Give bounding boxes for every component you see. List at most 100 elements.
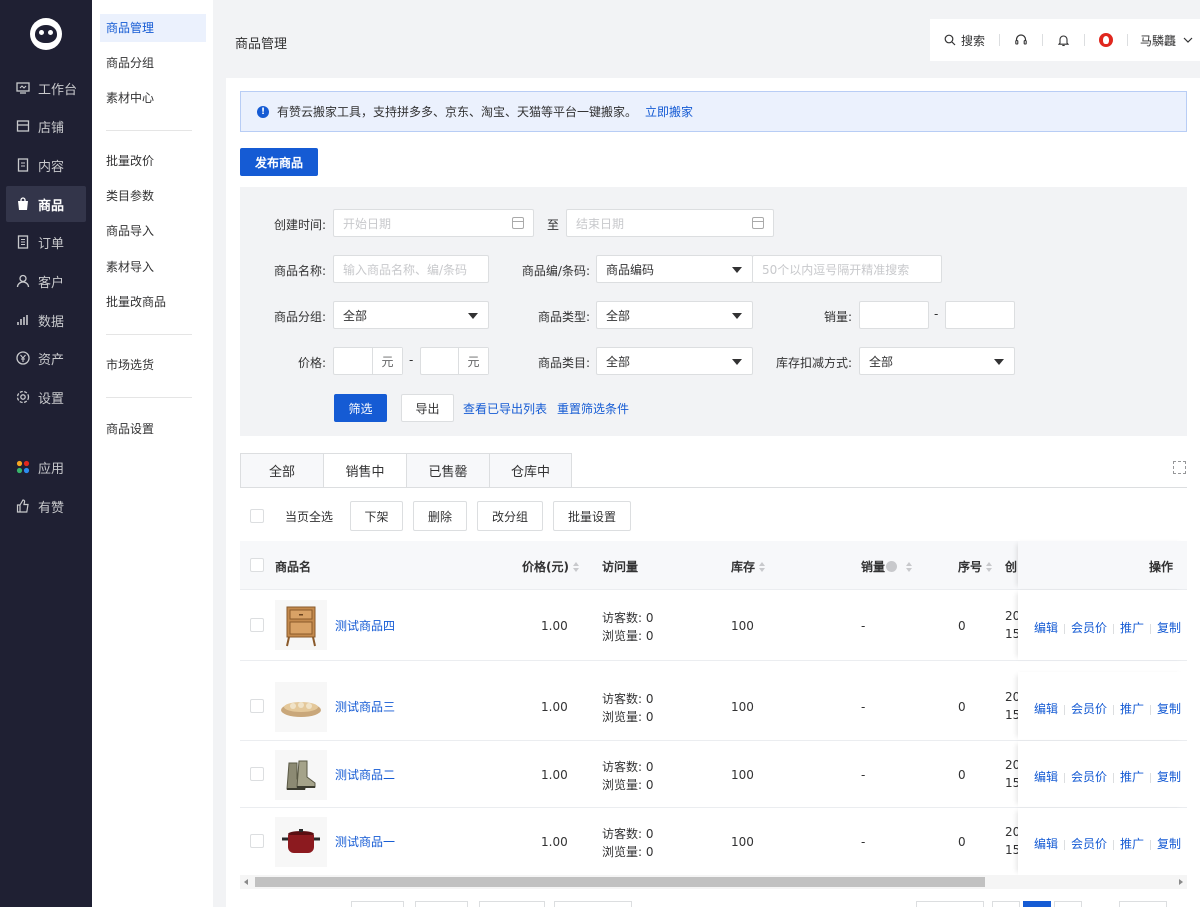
- bread-tray-icon[interactable]: [275, 682, 327, 732]
- bell-icon[interactable]: [1043, 32, 1084, 48]
- delete-button[interactable]: 删除: [413, 501, 468, 531]
- promote-link[interactable]: 推广: [1120, 837, 1144, 851]
- tab-sold-out[interactable]: 已售罄: [406, 453, 489, 488]
- nav-item-goods[interactable]: 商品: [6, 186, 86, 222]
- export-button[interactable]: 导出: [401, 394, 454, 422]
- category-select[interactable]: 全部: [596, 347, 753, 375]
- goods-type-select[interactable]: 全部: [596, 301, 753, 329]
- product-name-link[interactable]: 测试商品一: [335, 833, 395, 850]
- delist-button[interactable]: 下架: [350, 501, 404, 531]
- user-menu[interactable]: 马驎龘: [1085, 32, 1197, 48]
- scrollbar-thumb[interactable]: [255, 877, 985, 887]
- price-min-input[interactable]: 元: [333, 347, 403, 375]
- footer-button[interactable]: [554, 901, 632, 907]
- row-checkbox[interactable]: [250, 699, 264, 713]
- footer-button[interactable]: [351, 901, 404, 907]
- start-date-input[interactable]: 开始日期: [333, 209, 534, 237]
- member-price-link[interactable]: 会员价: [1071, 621, 1107, 635]
- column-stock[interactable]: 库存: [731, 558, 766, 575]
- nav-item-customers[interactable]: 客户: [6, 263, 86, 299]
- footer-button[interactable]: [479, 901, 545, 907]
- end-date-input[interactable]: 结束日期: [566, 209, 774, 237]
- copy-link[interactable]: 复制: [1157, 621, 1181, 635]
- promote-link[interactable]: 推广: [1120, 702, 1144, 716]
- row-checkbox[interactable]: [250, 834, 264, 848]
- submenu-item-batch-price[interactable]: 批量改价: [100, 147, 206, 175]
- promote-link[interactable]: 推广: [1120, 770, 1144, 784]
- pagination-prev[interactable]: [992, 901, 1020, 907]
- search-button[interactable]: 搜索: [930, 32, 999, 48]
- nav-item-store[interactable]: 店铺: [6, 108, 86, 144]
- wooden-cabinet-icon[interactable]: [275, 600, 327, 650]
- member-price-link[interactable]: 会员价: [1071, 770, 1107, 784]
- submenu-item-batch-edit[interactable]: 批量改商品: [100, 288, 206, 316]
- tab-all[interactable]: 全部: [240, 453, 323, 488]
- edit-link[interactable]: 编辑: [1034, 702, 1058, 716]
- footer-button[interactable]: [415, 901, 468, 907]
- tab-on-sale[interactable]: 销售中: [323, 453, 406, 488]
- price-max-input[interactable]: 元: [420, 347, 489, 375]
- promote-link[interactable]: 推广: [1120, 621, 1144, 635]
- nav-item-data[interactable]: 数据: [6, 302, 86, 338]
- headset-icon[interactable]: [1000, 32, 1042, 48]
- tab-in-warehouse[interactable]: 仓库中: [489, 453, 572, 488]
- submenu-item-goods-settings[interactable]: 商品设置: [100, 415, 206, 443]
- submenu-item-market-select[interactable]: 市场选货: [100, 351, 206, 379]
- view-exports-link[interactable]: 查看已导出列表: [463, 400, 547, 417]
- product-name-link[interactable]: 测试商品三: [335, 698, 395, 715]
- nav-item-assets[interactable]: 资产: [6, 340, 86, 376]
- product-name-link[interactable]: 测试商品四: [335, 617, 395, 634]
- nav-item-content[interactable]: 内容: [6, 147, 86, 183]
- edit-link[interactable]: 编辑: [1034, 621, 1058, 635]
- move-now-link[interactable]: 立即搬家: [645, 103, 693, 120]
- page-jump-input[interactable]: [1119, 901, 1167, 907]
- select-all-checkbox[interactable]: [250, 509, 264, 523]
- publish-goods-button[interactable]: 发布商品: [240, 148, 318, 176]
- nav-item-apps[interactable]: 应用: [6, 449, 86, 485]
- sales-min-input[interactable]: [859, 301, 929, 329]
- nav-item-workbench[interactable]: 工作台: [6, 70, 86, 106]
- submenu-item-goods-import[interactable]: 商品导入: [100, 217, 206, 245]
- stock-method-select[interactable]: 全部: [859, 347, 1015, 375]
- member-price-link[interactable]: 会员价: [1071, 837, 1107, 851]
- nav-item-settings[interactable]: 设置: [6, 379, 86, 415]
- code-type-select[interactable]: 商品编码: [596, 255, 753, 283]
- column-sales[interactable]: 销量: [861, 558, 913, 575]
- horizontal-scrollbar[interactable]: [240, 875, 1187, 889]
- column-price[interactable]: 价格(元): [522, 558, 580, 575]
- page-size-select[interactable]: [916, 901, 984, 907]
- goods-group-select[interactable]: 全部: [333, 301, 489, 329]
- copy-link[interactable]: 复制: [1157, 837, 1181, 851]
- goods-name-input[interactable]: 输入商品名称、编/条码: [333, 255, 489, 283]
- nav-item-orders[interactable]: 订单: [6, 224, 86, 260]
- batch-settings-button[interactable]: 批量设置: [553, 501, 632, 531]
- help-icon[interactable]: [886, 561, 898, 572]
- fullscreen-icon[interactable]: [1173, 461, 1186, 474]
- pagination-next[interactable]: [1054, 901, 1082, 907]
- pagination-page-current[interactable]: [1023, 901, 1051, 907]
- boots-icon[interactable]: [275, 750, 327, 800]
- scroll-right-icon[interactable]: [1179, 879, 1183, 885]
- row-checkbox[interactable]: [250, 767, 264, 781]
- copy-link[interactable]: 复制: [1157, 702, 1181, 716]
- submenu-item-category-params[interactable]: 类目参数: [100, 182, 206, 210]
- submenu-item-goods-group[interactable]: 商品分组: [100, 49, 206, 77]
- filter-submit-button[interactable]: 筛选: [334, 394, 387, 422]
- header-select-checkbox[interactable]: [250, 558, 264, 572]
- copy-link[interactable]: 复制: [1157, 770, 1181, 784]
- change-group-button[interactable]: 改分组: [477, 501, 544, 531]
- goods-code-input[interactable]: 50个以内逗号隔开精准搜索: [752, 255, 942, 283]
- member-price-link[interactable]: 会员价: [1071, 702, 1107, 716]
- submenu-item-material-center[interactable]: 素材中心: [100, 84, 206, 112]
- panda-logo[interactable]: [30, 18, 62, 50]
- row-checkbox[interactable]: [250, 618, 264, 632]
- red-pot-icon[interactable]: [275, 817, 327, 867]
- submenu-item-goods-manage[interactable]: 商品管理: [100, 14, 206, 42]
- sales-max-input[interactable]: [945, 301, 1015, 329]
- scroll-left-icon[interactable]: [244, 879, 248, 885]
- reset-filters-link[interactable]: 重置筛选条件: [557, 400, 629, 417]
- nav-item-youzan[interactable]: 有赞: [6, 488, 86, 524]
- edit-link[interactable]: 编辑: [1034, 770, 1058, 784]
- submenu-item-material-import[interactable]: 素材导入: [100, 253, 206, 281]
- edit-link[interactable]: 编辑: [1034, 837, 1058, 851]
